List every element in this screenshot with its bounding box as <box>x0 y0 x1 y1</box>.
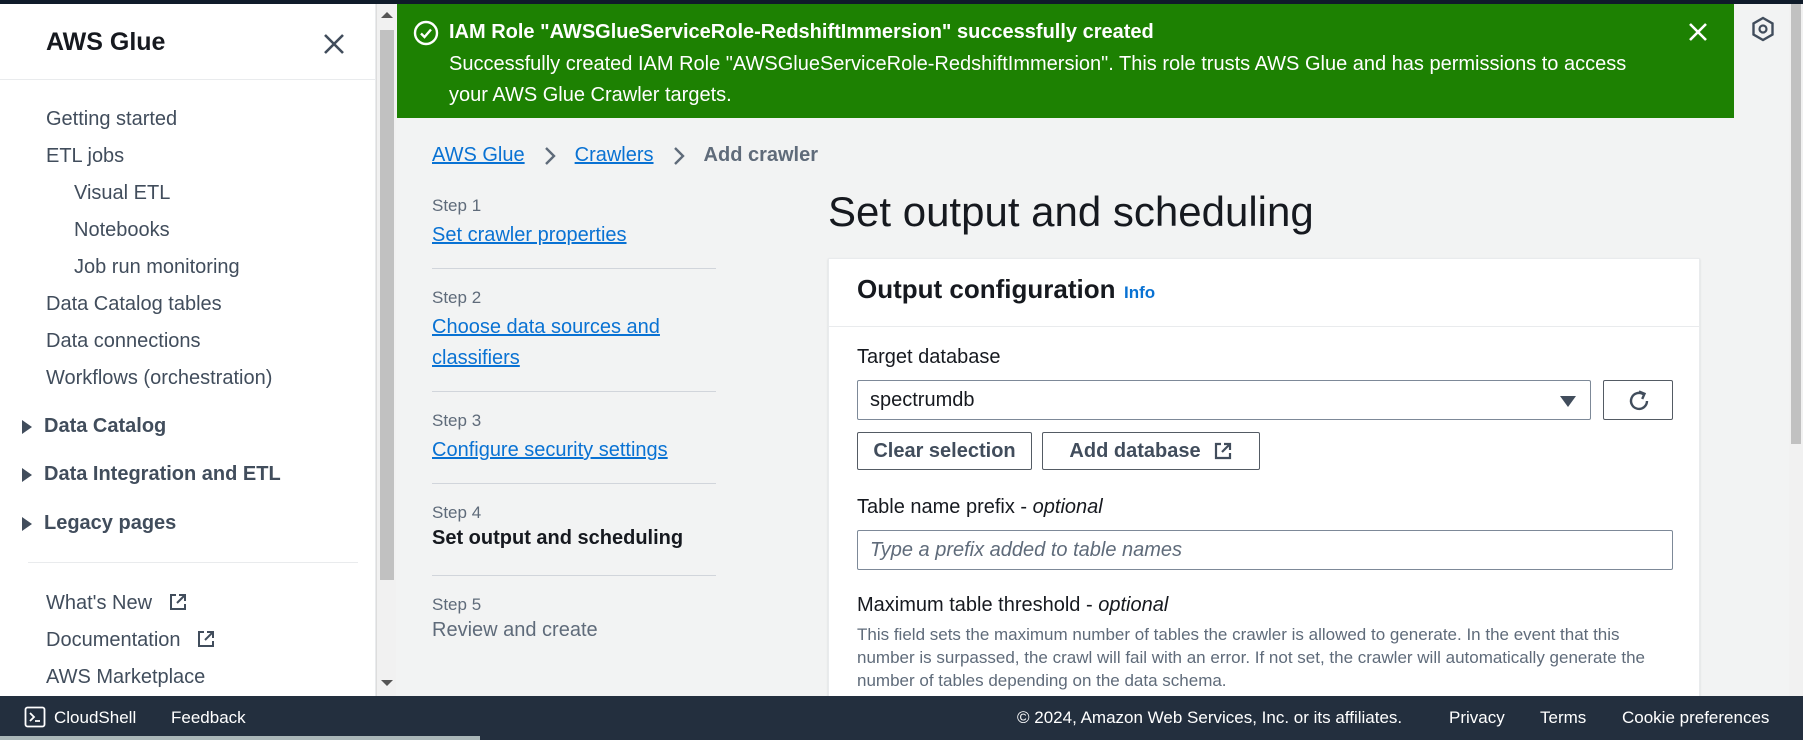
table-name-prefix-field[interactable] <box>857 530 1673 570</box>
sidebar-section-data-integration[interactable]: Data Integration and ETL <box>22 463 281 486</box>
external-link-icon <box>169 594 186 610</box>
close-icon[interactable] <box>1684 18 1712 46</box>
step-current-label: Set output and scheduling <box>432 527 684 549</box>
link-label: Documentation <box>46 629 181 651</box>
step-number: Step 4 <box>432 503 482 522</box>
copyright-text: © 2024, Amazon Web Services, Inc. or its… <box>1017 708 1403 727</box>
breadcrumb-aws-glue[interactable]: AWS Glue <box>432 144 525 167</box>
target-database-select[interactable]: spectrumdb <box>857 380 1591 420</box>
target-database-label: Target database <box>857 346 1001 368</box>
breadcrumb-current: Add crawler <box>703 144 819 166</box>
main-scrollbar[interactable] <box>1789 4 1803 696</box>
sidebar-section-label: Data Integration and ETL <box>44 463 281 485</box>
success-flash-banner: IAM Role "AWSGlueServiceRole-RedshiftImm… <box>397 4 1734 118</box>
sidebar-header: AWS Glue <box>0 4 375 80</box>
wizard-step-5: Step 5 Review and create <box>432 595 716 642</box>
sidebar-link-documentation[interactable]: Documentation <box>46 629 216 652</box>
flash-title: IAM Role "AWSGlueServiceRole-RedshiftImm… <box>449 21 1154 43</box>
output-configuration-panel: Output configuration Info Target databas… <box>828 258 1700 698</box>
page-title: Set output and scheduling <box>828 188 1314 235</box>
step-number: Step 5 <box>432 595 482 614</box>
scroll-up-arrow-icon[interactable] <box>381 12 393 18</box>
external-link-icon <box>1214 442 1231 460</box>
scrollbar-thumb[interactable] <box>380 30 394 580</box>
cloudshell-link[interactable]: CloudShell <box>54 708 136 728</box>
sidebar-item-etl-jobs[interactable]: ETL jobs <box>46 145 124 168</box>
step-link-security-settings[interactable]: Configure security settings <box>432 435 716 466</box>
add-database-button[interactable]: Add database <box>1042 432 1260 470</box>
sidebar-section-legacy-pages[interactable]: Legacy pages <box>22 512 176 535</box>
select-value: spectrumdb <box>870 389 975 411</box>
max-table-threshold-description: This field sets the maximum number of ta… <box>857 625 1646 690</box>
caret-right-icon <box>22 467 32 482</box>
wizard-step-3: Step 3 Configure security settings <box>432 411 716 466</box>
table-name-prefix-input[interactable] <box>858 531 1672 569</box>
step-divider <box>432 268 716 269</box>
sidebar-item-visual-etl[interactable]: Visual ETL <box>74 182 170 205</box>
sidebar-section-data-catalog[interactable]: Data Catalog <box>22 415 166 438</box>
notifications-icon[interactable] <box>1750 16 1776 42</box>
step-link-data-sources[interactable]: Choose data sources and classifiers <box>432 312 716 374</box>
breadcrumb: AWS Glue Crawlers Add crawler <box>432 144 818 167</box>
external-link-icon <box>198 631 215 647</box>
sidebar-divider <box>28 562 358 563</box>
close-icon[interactable] <box>318 28 350 60</box>
sidebar-item-getting-started[interactable]: Getting started <box>46 108 177 131</box>
sidebar-link-marketplace[interactable]: AWS Marketplace <box>46 666 205 689</box>
sidebar-section-label: Data Catalog <box>44 415 167 437</box>
side-navigation: AWS Glue Getting started ETL jobs Visual… <box>0 4 376 696</box>
success-check-icon <box>413 20 439 46</box>
step-number: Step 3 <box>432 411 482 430</box>
chevron-right-icon <box>673 146 685 165</box>
caret-right-icon <box>22 419 32 434</box>
refresh-icon <box>1629 390 1649 411</box>
sidebar-item-data-catalog-tables[interactable]: Data Catalog tables <box>46 293 222 316</box>
step-divider <box>432 391 716 392</box>
clear-selection-button[interactable]: Clear selection <box>857 432 1032 470</box>
step-number: Step 2 <box>432 288 482 307</box>
window-bottom-strip <box>0 736 480 740</box>
info-link[interactable]: Info <box>1124 283 1155 303</box>
refresh-button[interactable] <box>1603 380 1673 420</box>
sidebar-item-notebooks[interactable]: Notebooks <box>74 219 170 242</box>
scrollbar-thumb[interactable] <box>1791 4 1801 444</box>
step-link-crawler-properties[interactable]: Set crawler properties <box>432 220 716 251</box>
terms-link[interactable]: Terms <box>1540 708 1586 728</box>
wizard-step-4: Step 4 Set output and scheduling <box>432 503 716 550</box>
sidebar-item-job-run-monitoring[interactable]: Job run monitoring <box>74 256 240 279</box>
panel-title: Output configuration <box>857 274 1116 304</box>
button-label: Add database <box>1069 439 1201 462</box>
label-text: Maximum table threshold - <box>857 594 1099 616</box>
step-number: Step 1 <box>432 196 482 215</box>
caret-down-icon <box>1560 396 1576 407</box>
optional-tag: optional <box>1032 496 1103 518</box>
sidebar-section-label: Legacy pages <box>44 512 177 534</box>
breadcrumb-crawlers[interactable]: Crawlers <box>575 144 654 167</box>
sidebar-item-data-connections[interactable]: Data connections <box>46 330 201 353</box>
flash-message: Successfully created IAM Role "AWSGlueSe… <box>449 53 1627 106</box>
optional-tag: optional <box>1098 594 1169 616</box>
sidebar-title[interactable]: AWS Glue <box>46 28 165 57</box>
scroll-down-arrow-icon[interactable] <box>381 680 393 686</box>
privacy-link[interactable]: Privacy <box>1449 708 1505 728</box>
link-label: What's New <box>46 592 153 614</box>
max-table-threshold-label: Maximum table threshold - optional <box>857 594 1168 617</box>
feedback-link[interactable]: Feedback <box>171 708 246 728</box>
panel-header: Output configuration Info <box>829 259 1699 327</box>
table-name-prefix-label: Table name prefix - optional <box>857 496 1103 519</box>
label-text: Table name prefix - <box>857 496 1033 518</box>
cloudshell-icon[interactable] <box>24 706 46 728</box>
cookie-preferences-link[interactable]: Cookie preferences <box>1622 708 1769 728</box>
step-divider <box>432 483 716 484</box>
console-footer: CloudShell Feedback © 2024, Amazon Web S… <box>0 696 1803 740</box>
sidebar-link-whats-new[interactable]: What's New <box>46 592 188 615</box>
chevron-right-icon <box>544 146 556 165</box>
step-divider <box>432 575 716 576</box>
wizard-step-1: Step 1 Set crawler properties <box>432 196 716 251</box>
caret-right-icon <box>22 516 32 531</box>
step-label-review: Review and create <box>432 619 598 641</box>
sidebar-item-workflows[interactable]: Workflows (orchestration) <box>46 367 272 390</box>
sidebar-scrollbar[interactable] <box>376 4 396 696</box>
wizard-step-2: Step 2 Choose data sources and classifie… <box>432 288 716 374</box>
